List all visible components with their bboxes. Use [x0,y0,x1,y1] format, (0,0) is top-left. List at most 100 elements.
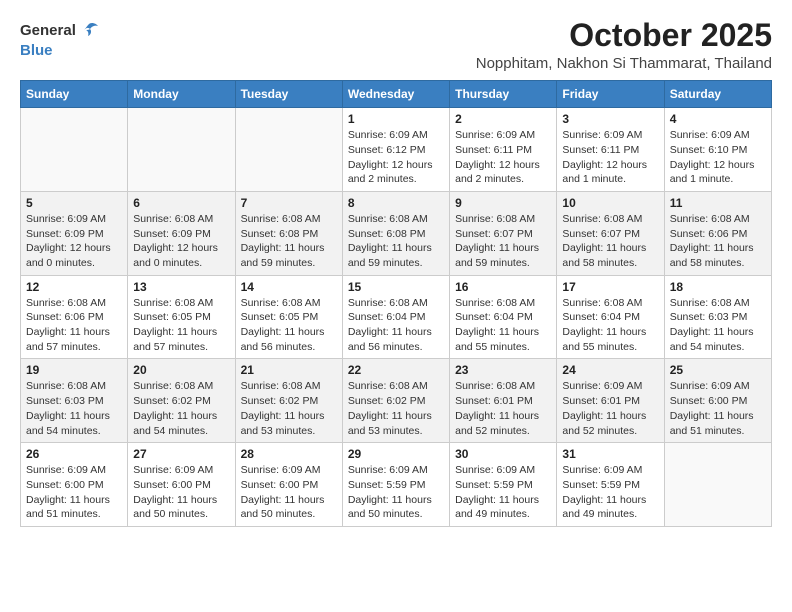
calendar-cell: 4 Sunrise: 6:09 AM Sunset: 6:10 PM Daylig… [664,108,771,192]
day-number: 8 [348,196,444,210]
day-info: Sunrise: 6:09 AM Sunset: 6:00 PM Dayligh… [241,463,337,522]
page: General Blue October 2025 Nopphitam, Nak… [0,0,792,539]
day-number: 29 [348,447,444,461]
day-number: 3 [562,112,658,126]
calendar-cell: 8 Sunrise: 6:08 AM Sunset: 6:08 PM Daylig… [342,191,449,275]
title-block: October 2025 Nopphitam, Nakhon Si Thamma… [476,18,772,72]
calendar-cell: 10 Sunrise: 6:08 AM Sunset: 6:07 PM Dayli… [557,191,664,275]
day-info: Sunrise: 6:09 AM Sunset: 6:00 PM Dayligh… [670,379,766,438]
calendar-cell: 17 Sunrise: 6:08 AM Sunset: 6:04 PM Dayli… [557,275,664,359]
calendar-cell [664,443,771,527]
day-number: 7 [241,196,337,210]
day-info: Sunrise: 6:08 AM Sunset: 6:07 PM Dayligh… [455,212,551,271]
weekday-header-monday: Monday [128,81,235,108]
day-number: 31 [562,447,658,461]
weekday-header-friday: Friday [557,81,664,108]
week-row-3: 12Sunrise: 6:08 AM Sunset: 6:06 PM Dayli… [21,275,772,359]
day-number: 27 [133,447,229,461]
logo-blue: Blue [20,42,53,59]
day-info: Sunrise: 6:08 AM Sunset: 6:04 PM Dayligh… [348,296,444,355]
day-info: Sunrise: 6:09 AM Sunset: 6:12 PM Dayligh… [348,128,444,187]
weekday-header-tuesday: Tuesday [235,81,342,108]
day-number: 6 [133,196,229,210]
calendar-cell: 31 Sunrise: 6:09 AM Sunset: 5:59 PM Dayli… [557,443,664,527]
day-number: 15 [348,280,444,294]
day-info: Sunrise: 6:08 AM Sunset: 6:08 PM Dayligh… [241,212,337,271]
calendar-cell: 25 Sunrise: 6:09 AM Sunset: 6:00 PM Dayli… [664,359,771,443]
day-info: Sunrise: 6:08 AM Sunset: 6:01 PM Dayligh… [455,379,551,438]
day-number: 16 [455,280,551,294]
day-info: Sunrise: 6:08 AM Sunset: 6:04 PM Dayligh… [455,296,551,355]
day-info: Sunrise: 6:08 AM Sunset: 6:02 PM Dayligh… [241,379,337,438]
month-title: October 2025 [476,18,772,53]
day-info: Sunrise: 6:08 AM Sunset: 6:09 PM Dayligh… [133,212,229,271]
day-info: Sunrise: 6:09 AM Sunset: 6:11 PM Dayligh… [455,128,551,187]
calendar-cell: 23Sunrise: 6:08 AM Sunset: 6:01 PM Dayli… [450,359,557,443]
day-number: 25 [670,363,766,377]
weekday-header-wednesday: Wednesday [342,81,449,108]
calendar-cell: 30Sunrise: 6:09 AM Sunset: 5:59 PM Dayli… [450,443,557,527]
day-number: 2 [455,112,551,126]
day-number: 10 [562,196,658,210]
logo: General Blue [20,20,100,60]
day-info: Sunrise: 6:08 AM Sunset: 6:02 PM Dayligh… [133,379,229,438]
calendar-cell [21,108,128,192]
day-info: Sunrise: 6:08 AM Sunset: 6:03 PM Dayligh… [670,296,766,355]
day-info: Sunrise: 6:08 AM Sunset: 6:03 PM Dayligh… [26,379,122,438]
location-subtitle: Nopphitam, Nakhon Si Thammarat, Thailand [476,55,772,72]
calendar-cell: 7 Sunrise: 6:08 AM Sunset: 6:08 PM Daylig… [235,191,342,275]
calendar-cell: 24 Sunrise: 6:09 AM Sunset: 6:01 PM Dayli… [557,359,664,443]
day-number: 19 [26,363,122,377]
calendar-cell: 12Sunrise: 6:08 AM Sunset: 6:06 PM Dayli… [21,275,128,359]
calendar-cell: 3 Sunrise: 6:09 AM Sunset: 6:11 PM Daylig… [557,108,664,192]
day-number: 30 [455,447,551,461]
day-number: 24 [562,363,658,377]
day-info: Sunrise: 6:09 AM Sunset: 6:09 PM Dayligh… [26,212,122,271]
weekday-header-saturday: Saturday [664,81,771,108]
day-info: Sunrise: 6:09 AM Sunset: 6:01 PM Dayligh… [562,379,658,438]
week-row-4: 19 Sunrise: 6:08 AM Sunset: 6:03 PM Dayli… [21,359,772,443]
calendar-cell: 19 Sunrise: 6:08 AM Sunset: 6:03 PM Dayli… [21,359,128,443]
calendar-cell: 14 Sunrise: 6:08 AM Sunset: 6:05 PM Dayli… [235,275,342,359]
day-number: 20 [133,363,229,377]
calendar-cell [235,108,342,192]
calendar-cell: 21 Sunrise: 6:08 AM Sunset: 6:02 PM Dayli… [235,359,342,443]
day-number: 22 [348,363,444,377]
day-info: Sunrise: 6:08 AM Sunset: 6:07 PM Dayligh… [562,212,658,271]
day-info: Sunrise: 6:08 AM Sunset: 6:04 PM Dayligh… [562,296,658,355]
calendar-cell: 6 Sunrise: 6:08 AM Sunset: 6:09 PM Daylig… [128,191,235,275]
day-number: 9 [455,196,551,210]
day-info: Sunrise: 6:08 AM Sunset: 6:02 PM Dayligh… [348,379,444,438]
day-number: 5 [26,196,122,210]
calendar-cell [128,108,235,192]
day-info: Sunrise: 6:09 AM Sunset: 6:10 PM Dayligh… [670,128,766,187]
day-info: Sunrise: 6:09 AM Sunset: 6:00 PM Dayligh… [26,463,122,522]
day-info: Sunrise: 6:09 AM Sunset: 6:00 PM Dayligh… [133,463,229,522]
day-info: Sunrise: 6:08 AM Sunset: 6:08 PM Dayligh… [348,212,444,271]
day-info: Sunrise: 6:08 AM Sunset: 6:05 PM Dayligh… [241,296,337,355]
calendar-table: SundayMondayTuesdayWednesdayThursdayFrid… [20,80,772,527]
calendar-cell: 1 Sunrise: 6:09 AM Sunset: 6:12 PM Daylig… [342,108,449,192]
day-number: 14 [241,280,337,294]
calendar-cell: 28Sunrise: 6:09 AM Sunset: 6:00 PM Dayli… [235,443,342,527]
day-number: 1 [348,112,444,126]
day-number: 21 [241,363,337,377]
day-info: Sunrise: 6:09 AM Sunset: 5:59 PM Dayligh… [562,463,658,522]
calendar-cell: 13Sunrise: 6:08 AM Sunset: 6:05 PM Dayli… [128,275,235,359]
day-number: 4 [670,112,766,126]
day-number: 18 [670,280,766,294]
day-info: Sunrise: 6:09 AM Sunset: 6:11 PM Dayligh… [562,128,658,187]
calendar-cell: 27 Sunrise: 6:09 AM Sunset: 6:00 PM Dayli… [128,443,235,527]
calendar-cell: 5 Sunrise: 6:09 AM Sunset: 6:09 PM Daylig… [21,191,128,275]
day-info: Sunrise: 6:09 AM Sunset: 5:59 PM Dayligh… [348,463,444,522]
day-number: 11 [670,196,766,210]
day-number: 17 [562,280,658,294]
calendar-cell: 29 Sunrise: 6:09 AM Sunset: 5:59 PM Dayli… [342,443,449,527]
day-number: 13 [133,280,229,294]
week-row-5: 26 Sunrise: 6:09 AM Sunset: 6:00 PM Dayli… [21,443,772,527]
day-number: 26 [26,447,122,461]
calendar-cell: 26 Sunrise: 6:09 AM Sunset: 6:00 PM Dayli… [21,443,128,527]
week-row-2: 5 Sunrise: 6:09 AM Sunset: 6:09 PM Daylig… [21,191,772,275]
week-row-1: 1 Sunrise: 6:09 AM Sunset: 6:12 PM Daylig… [21,108,772,192]
day-number: 12 [26,280,122,294]
